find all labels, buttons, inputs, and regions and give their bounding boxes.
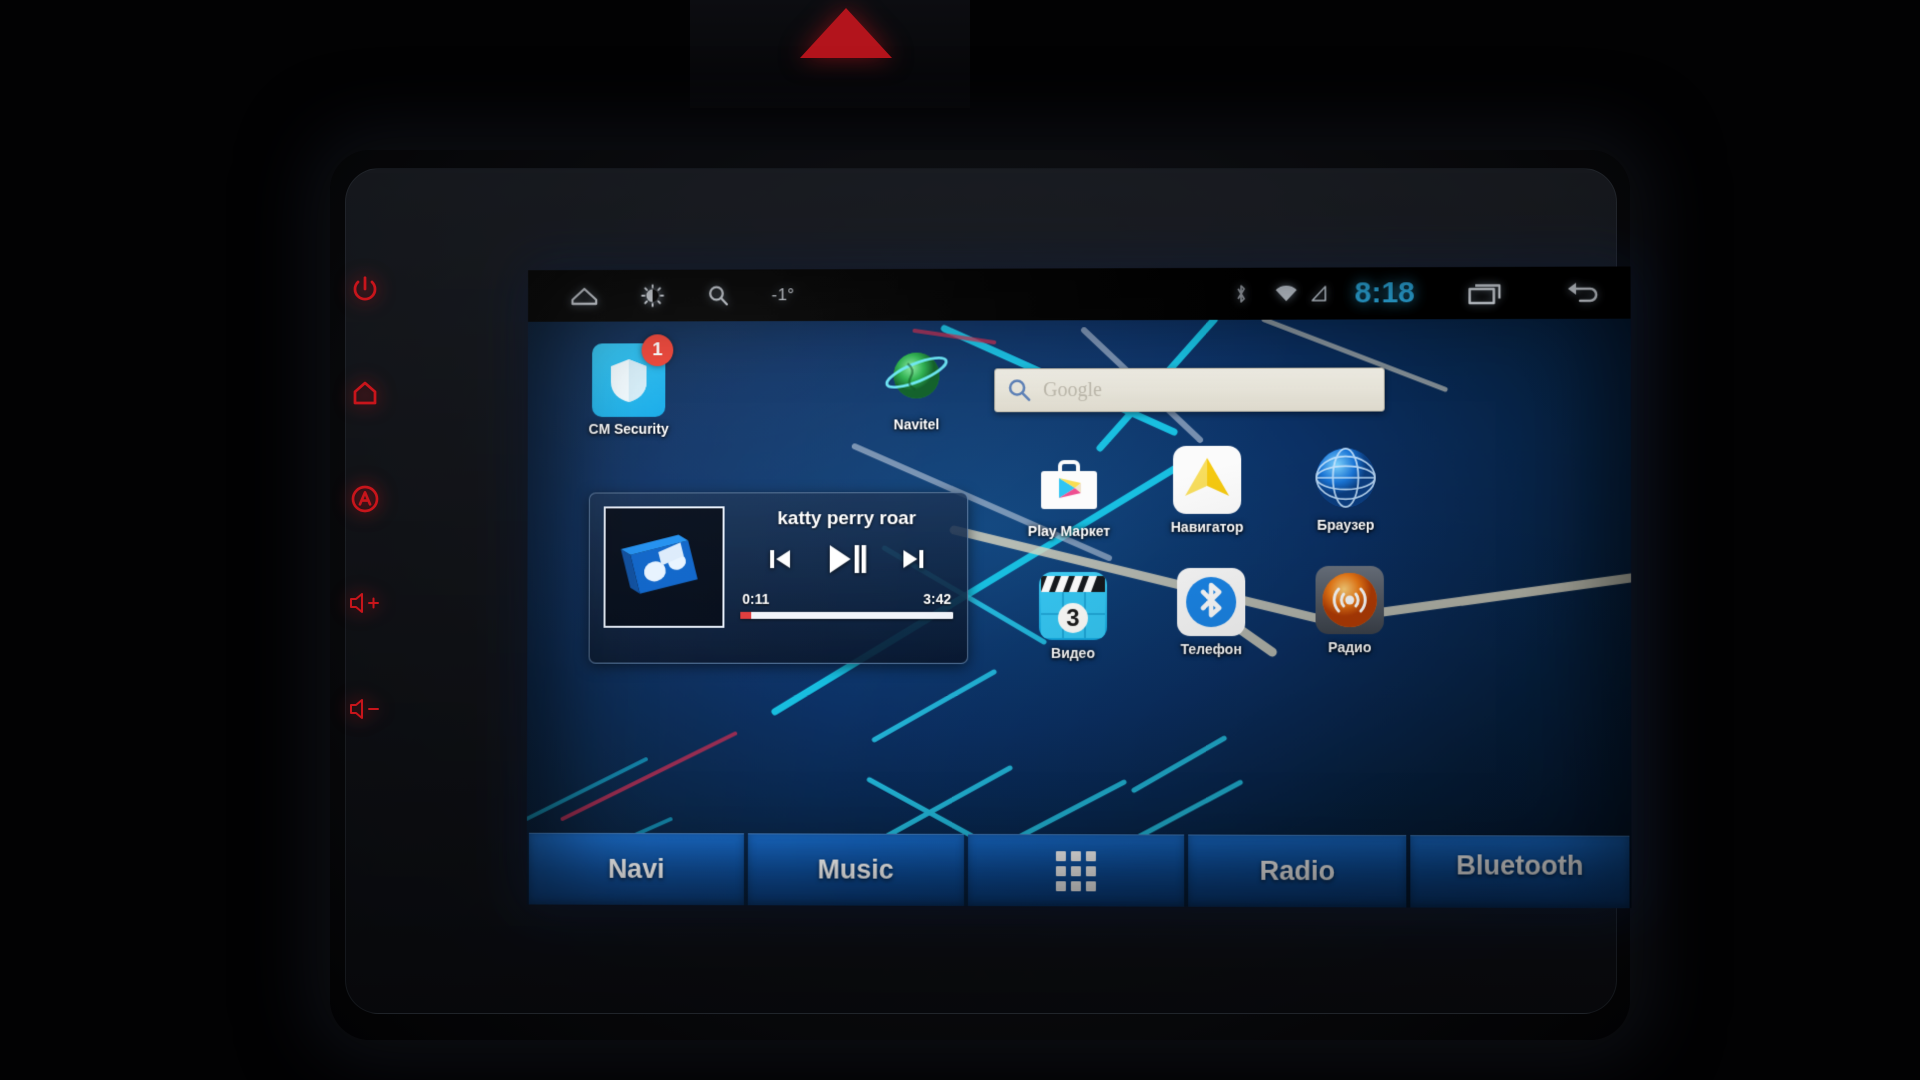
- app-navigator[interactable]: Навигатор: [1154, 445, 1260, 535]
- brightness-icon[interactable]: [641, 284, 665, 308]
- home-icon[interactable]: [570, 284, 600, 308]
- globe-icon: [880, 339, 954, 413]
- search-icon[interactable]: [706, 283, 730, 307]
- app-label: Радио: [1328, 639, 1372, 656]
- app-label: CM Security: [588, 420, 669, 437]
- recent-apps-icon[interactable]: [1467, 280, 1507, 306]
- app-label: Браузер: [1316, 516, 1375, 533]
- clock: 8:18: [1354, 276, 1415, 310]
- navigator-arrow-icon: [1173, 445, 1242, 514]
- dock-navi[interactable]: Navi: [528, 832, 744, 906]
- app-label: Видео: [1051, 644, 1095, 662]
- home-screen: 1 CM Security Navitel Google katty perry…: [527, 319, 1632, 909]
- app-label: Телефон: [1180, 641, 1242, 658]
- google-search-bar[interactable]: Google: [994, 367, 1385, 413]
- hardware-key-column: [334, 255, 404, 775]
- hazard-triangle-icon: [800, 8, 892, 58]
- dock-label: Bluetooth: [1456, 850, 1584, 881]
- dashboard-scene: -1° 8:18 1 CM Security Navitel Google ka…: [0, 0, 1920, 1080]
- app-play-market[interactable]: Play Маркет: [1016, 450, 1122, 539]
- bluetooth-icon: [1234, 283, 1248, 305]
- mode-key[interactable]: [334, 473, 396, 525]
- app-radio[interactable]: Радио: [1296, 565, 1403, 656]
- temperature-indicator: -1°: [771, 285, 795, 305]
- elapsed-time: 0:11: [742, 590, 770, 607]
- wifi-icon: [1274, 284, 1298, 304]
- app-label: Навигатор: [1170, 518, 1244, 535]
- status-bar: -1° 8:18: [528, 266, 1631, 322]
- video-clapperboard-icon: 3: [1039, 571, 1108, 641]
- app-cm-security[interactable]: 1 CM Security: [569, 334, 688, 437]
- music-album-icon: [603, 506, 725, 628]
- status-badge: 1: [641, 334, 674, 367]
- bluetooth-phone-icon: [1177, 567, 1246, 637]
- duration-time: 3:42: [923, 590, 952, 607]
- shield-icon: 1: [592, 334, 674, 417]
- next-track-icon[interactable]: [900, 546, 926, 577]
- dock-label: Music: [817, 854, 894, 885]
- app-label: Play Маркет: [1027, 522, 1111, 540]
- magnifier-icon: [1001, 372, 1037, 408]
- app-label: Navitel: [893, 416, 940, 433]
- previous-track-icon[interactable]: [767, 546, 793, 577]
- home-key[interactable]: [334, 367, 396, 419]
- music-player-widget[interactable]: katty perry roar 0:11 3:42: [588, 492, 969, 664]
- progress-fill: [740, 611, 751, 619]
- app-browser[interactable]: Браузер: [1292, 444, 1399, 533]
- video-badge-count: 3: [1066, 605, 1079, 632]
- dock-label: Radio: [1259, 855, 1336, 887]
- play-store-icon: [1035, 450, 1103, 518]
- dock-apps[interactable]: [967, 833, 1185, 907]
- dock-radio[interactable]: Radio: [1188, 834, 1407, 908]
- power-key[interactable]: [334, 263, 396, 315]
- browser-globe-icon: [1311, 444, 1379, 512]
- dock-label: Navi: [607, 853, 665, 884]
- search-input[interactable]: Google: [1037, 379, 1102, 402]
- dock-music[interactable]: Music: [747, 833, 964, 906]
- app-phone[interactable]: Телефон: [1158, 567, 1264, 658]
- play-pause-icon[interactable]: [827, 542, 867, 581]
- dock-bluetooth[interactable]: Bluetooth: [1410, 835, 1630, 909]
- head-unit-screen[interactable]: -1° 8:18 1 CM Security Navitel Google ka…: [526, 266, 1632, 909]
- track-title: katty perry roar: [777, 508, 917, 530]
- radio-tower-icon: [1315, 565, 1384, 635]
- app-video[interactable]: 3 Видео: [1020, 571, 1126, 662]
- playback-times: 0:11 3:42: [740, 591, 953, 607]
- signal-icon: [1310, 283, 1328, 303]
- volume-down-key[interactable]: [334, 683, 396, 735]
- transport-controls: [740, 542, 953, 581]
- bottom-dock: Navi Music Radio Bluetooth: [527, 832, 1632, 909]
- progress-bar[interactable]: [740, 611, 954, 619]
- app-navitel[interactable]: Navitel: [857, 338, 977, 432]
- apps-grid-icon: [1055, 850, 1096, 891]
- volume-up-key[interactable]: [334, 577, 396, 629]
- back-icon[interactable]: [1564, 280, 1602, 306]
